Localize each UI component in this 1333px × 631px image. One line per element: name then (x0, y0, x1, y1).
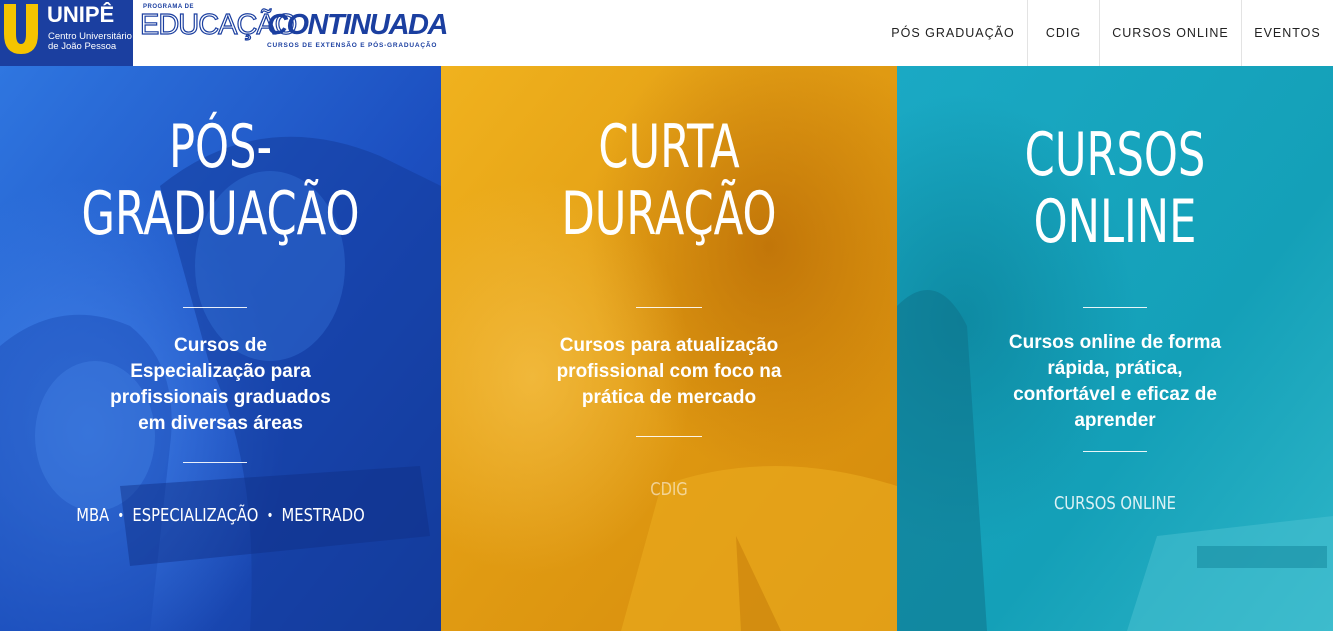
nav-item-eventos[interactable]: EVENTOS (1241, 0, 1333, 66)
panel-description-line: profissional com foco na (556, 361, 782, 382)
panel-title-line: PÓS- (168, 112, 273, 182)
panel-description-line: prática de mercado (581, 387, 757, 408)
panel-cursos-online[interactable]: CURSOS ONLINE Cursos online de forma ráp… (897, 66, 1333, 631)
link-especializacao[interactable]: ESPECIALIZAÇÃO (132, 505, 258, 526)
divider (636, 436, 702, 437)
divider (1083, 307, 1147, 308)
panel-links: MBA • ESPECIALIZAÇÃO • MESTRADO (40, 505, 402, 526)
panel-description-line: Cursos online de forma (1008, 332, 1222, 353)
nav-item-cdig[interactable]: CDIG (1027, 0, 1099, 66)
panel-links: CURSOS ONLINE (936, 493, 1294, 514)
program-logo-tagline: CURSOS DE EXTENSÃO E PÓS-GRADUAÇÃO (267, 42, 438, 49)
panel-pos-graduacao[interactable]: PÓS- GRADUAÇÃO Cursos de Especialização … (0, 66, 441, 631)
panel-title-line: GRADUAÇÃO (81, 179, 360, 250)
panel-title-line: ONLINE (1033, 187, 1197, 258)
divider (636, 307, 702, 308)
panel-title-line: CURSOS (1024, 120, 1206, 190)
unipe-u-icon (4, 4, 38, 54)
panel-title-line: CURTA (598, 112, 740, 182)
bullet-separator: • (266, 507, 274, 524)
nav-item-cursos-online[interactable]: CURSOS ONLINE (1099, 0, 1241, 66)
link-mestrado[interactable]: MESTRADO (282, 505, 365, 526)
unipe-logo-subtitle-line2: de João Pessoa (48, 41, 117, 52)
main-nav: PÓS GRADUAÇÃO CDIG CURSOS ONLINE EVENTOS (879, 0, 1333, 66)
panel-description-line: Cursos de (174, 335, 267, 356)
panel-title: CURSOS ONLINE (958, 120, 1272, 258)
bullet-separator: • (117, 507, 125, 524)
link-mba[interactable]: MBA (76, 505, 109, 526)
panel-description: Cursos de Especialização para profission… (0, 333, 441, 437)
panel-content: CURTA DURAÇÃO Cursos para atualização pr… (441, 66, 897, 631)
panel-description-line: aprender (1074, 410, 1156, 431)
educacao-continuada-logo[interactable]: PROGRAMA DE EDUCAÇÃO CONTINUADA CURSOS D… (139, 4, 452, 54)
link-cursos-online[interactable]: CURSOS ONLINE (1054, 493, 1176, 514)
divider (183, 462, 247, 463)
panel-description-line: rápida, prática, (1047, 358, 1183, 379)
panel-curta-duracao[interactable]: CURTA DURAÇÃO Cursos para atualização pr… (441, 66, 897, 631)
divider (1083, 451, 1147, 452)
panel-title-line: DURAÇÃO (561, 179, 777, 250)
panel-content: CURSOS ONLINE Cursos online de forma ráp… (897, 66, 1333, 631)
panel-title: CURTA DURAÇÃO (505, 112, 833, 250)
panel-description-line: Cursos para atualização (559, 335, 779, 356)
panel-description-line: confortável e eficaz de (1013, 384, 1217, 405)
panel-title: PÓS- GRADUAÇÃO (62, 112, 380, 250)
unipe-logo-name: UNIPÊ (47, 2, 115, 27)
program-logo-word-continuada: CONTINUADA (267, 9, 448, 41)
site-header: UNIPÊ Centro Universitário de João Pesso… (0, 0, 1333, 66)
panel-description-line: em diversas áreas (138, 413, 303, 434)
panel-description: Cursos online de forma rápida, prática, … (897, 330, 1333, 434)
panel-description: Cursos para atualização profissional com… (441, 333, 897, 411)
nav-item-pos-graduacao[interactable]: PÓS GRADUAÇÃO (879, 0, 1027, 66)
link-cdig[interactable]: CDIG (650, 479, 687, 500)
panel-description-line: Especialização para (130, 361, 311, 382)
course-panels: PÓS- GRADUAÇÃO Cursos de Especialização … (0, 66, 1333, 631)
unipe-logo[interactable]: UNIPÊ Centro Universitário de João Pesso… (0, 0, 133, 66)
panel-description-line: profissionais graduados (110, 387, 331, 408)
panel-links: CDIG (482, 479, 856, 500)
panel-content: PÓS- GRADUAÇÃO Cursos de Especialização … (0, 66, 441, 631)
unipe-logo-subtitle: Centro Universitário de João Pessoa (48, 32, 132, 52)
divider (183, 307, 247, 308)
